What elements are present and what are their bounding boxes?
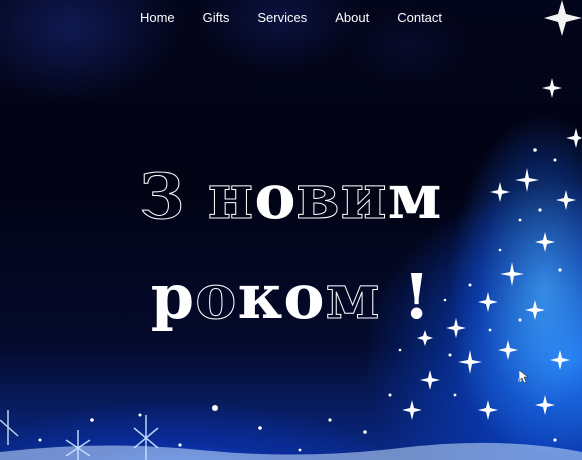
- greeting-char: и: [340, 160, 388, 233]
- greeting-char: о: [254, 160, 297, 233]
- greeting-char: м: [325, 260, 381, 333]
- greeting-char: З: [139, 160, 208, 233]
- greeting-char: р: [150, 260, 196, 333]
- top-nav: Home Gifts Services About Contact: [0, 0, 582, 34]
- greeting-line-2: роком !: [0, 265, 582, 328]
- greeting-char: н: [207, 160, 255, 233]
- tree-sparkles: [402, 78, 582, 420]
- nav-contact[interactable]: Contact: [383, 10, 456, 25]
- greeting-char: в: [296, 160, 341, 233]
- nav-about[interactable]: About: [321, 10, 383, 25]
- snow-band: [0, 442, 582, 460]
- greeting-char: м: [387, 160, 443, 233]
- greeting-char: к: [237, 260, 284, 333]
- greeting-char: !: [380, 260, 432, 333]
- background-scene: Home Gifts Services About Contact З нови…: [0, 0, 582, 460]
- greeting-line-1: З новим: [0, 165, 582, 228]
- nav-gifts[interactable]: Gifts: [189, 10, 244, 25]
- greeting-char: о: [283, 260, 326, 333]
- nav-services[interactable]: Services: [243, 10, 321, 25]
- nav-home[interactable]: Home: [126, 10, 189, 25]
- greeting-char: о: [195, 260, 238, 333]
